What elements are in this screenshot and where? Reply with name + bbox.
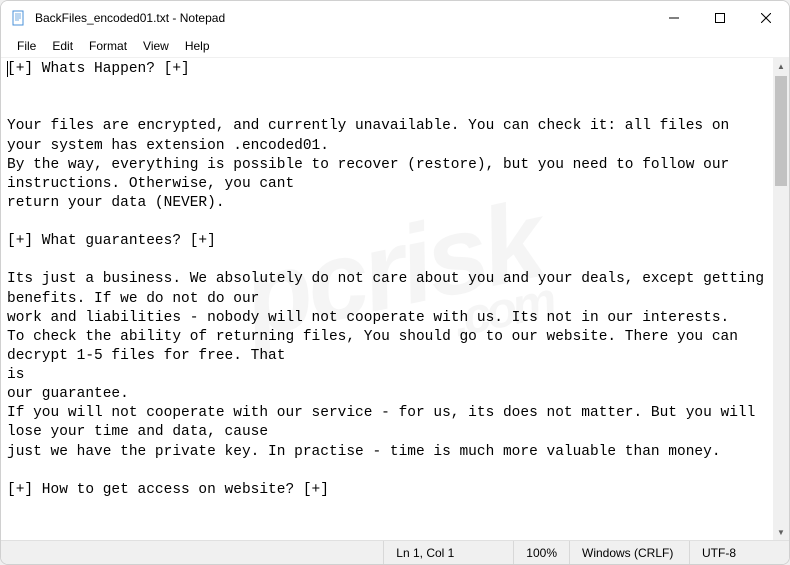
window-controls <box>651 1 789 35</box>
statusbar: Ln 1, Col 1 100% Windows (CRLF) UTF-8 <box>1 540 789 564</box>
menubar: File Edit Format View Help <box>1 35 789 57</box>
menu-format[interactable]: Format <box>81 36 135 56</box>
editor-area: [+] Whats Happen? [+] Your files are enc… <box>1 57 789 540</box>
minimize-button[interactable] <box>651 1 697 35</box>
notepad-window: BackFiles_encoded01.txt - Notepad File E… <box>0 0 790 565</box>
close-button[interactable] <box>743 1 789 35</box>
status-zoom: 100% <box>513 541 569 564</box>
status-position: Ln 1, Col 1 <box>383 541 513 564</box>
editor-content: [+] Whats Happen? [+] Your files are enc… <box>7 61 773 498</box>
menu-file[interactable]: File <box>9 36 44 56</box>
window-title: BackFiles_encoded01.txt - Notepad <box>35 11 651 25</box>
scroll-up-arrow[interactable]: ▲ <box>773 58 789 74</box>
scrollbar-thumb[interactable] <box>775 76 787 186</box>
scroll-down-arrow[interactable]: ▼ <box>773 524 789 540</box>
titlebar: BackFiles_encoded01.txt - Notepad <box>1 1 789 35</box>
menu-edit[interactable]: Edit <box>44 36 81 56</box>
notepad-icon <box>11 10 27 26</box>
status-encoding: UTF-8 <box>689 541 789 564</box>
status-lineending: Windows (CRLF) <box>569 541 689 564</box>
maximize-button[interactable] <box>697 1 743 35</box>
menu-help[interactable]: Help <box>177 36 218 56</box>
menu-view[interactable]: View <box>135 36 177 56</box>
text-editor[interactable]: [+] Whats Happen? [+] Your files are enc… <box>1 58 773 540</box>
vertical-scrollbar[interactable]: ▲ ▼ <box>773 58 789 540</box>
